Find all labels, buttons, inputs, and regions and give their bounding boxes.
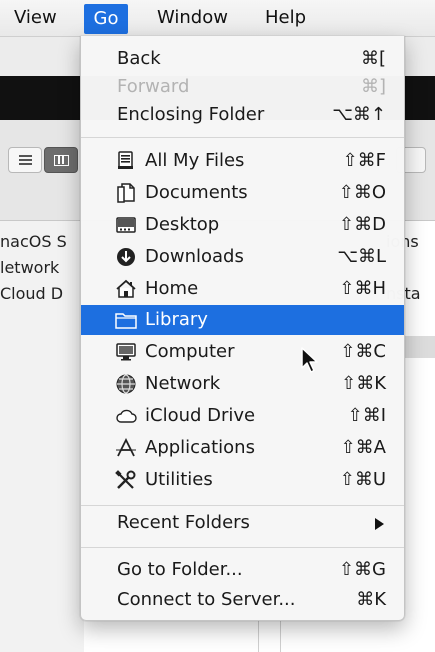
menu-item-computer[interactable]: Computer ⇧⌘C xyxy=(81,337,404,367)
menu-item-home[interactable]: Home ⇧⌘H xyxy=(81,274,404,304)
menu-bar: View Go Window Help xyxy=(0,0,435,37)
menu-item-back[interactable]: Back ⌘[ xyxy=(81,44,404,74)
menu-item-label: Connect to Server... xyxy=(117,589,296,610)
menu-item-label: Network xyxy=(145,373,221,394)
computer-icon xyxy=(116,343,136,361)
menu-item-all-my-files[interactable]: All My Files ⇧⌘F xyxy=(81,146,404,176)
network-icon xyxy=(116,374,136,394)
menu-item-connect-to-server[interactable]: Connect to Server... ⌘K xyxy=(81,585,404,615)
column-view-icon xyxy=(54,155,69,166)
sidebar-item-macos[interactable]: nacOS S xyxy=(0,232,67,251)
menu-item-shortcut: ⇧⌘C xyxy=(340,341,386,362)
menu-item-label: Documents xyxy=(145,182,248,203)
column-view-button[interactable] xyxy=(44,147,78,173)
menu-item-shortcut: ⇧⌘K xyxy=(341,373,386,394)
menu-item-label: Library xyxy=(145,309,208,330)
library-folder-icon xyxy=(115,313,137,329)
menu-separator xyxy=(81,137,404,138)
menu-item-label: Back xyxy=(117,48,161,69)
mouse-pointer-icon xyxy=(301,347,318,373)
downloads-icon xyxy=(117,248,135,266)
menu-item-shortcut: ⇧⌘G xyxy=(338,559,386,580)
sidebar-item-icloud[interactable]: Cloud D xyxy=(0,284,63,303)
sidebar-item-network[interactable]: letwork xyxy=(0,258,59,277)
content-row-band xyxy=(405,336,435,358)
menu-item-label: Downloads xyxy=(145,246,244,267)
menu-item-shortcut: ⇧⌘A xyxy=(340,437,386,458)
menu-item-label: Utilities xyxy=(145,469,213,490)
home-icon xyxy=(116,279,136,298)
menu-item-label: Desktop xyxy=(145,214,220,235)
menu-item-library[interactable]: Library xyxy=(81,305,404,335)
menu-item-shortcut: ⇧⌘I xyxy=(347,405,386,426)
menu-item-label: Recent Folders xyxy=(117,512,250,533)
menu-item-shortcut: ⌘[ xyxy=(360,48,386,69)
list-view-button[interactable] xyxy=(8,147,42,173)
menu-item-label: Applications xyxy=(145,437,255,458)
menu-item-shortcut: ⌘K xyxy=(356,589,386,610)
menu-item-shortcut: ⇧⌘D xyxy=(339,214,386,235)
menu-item-label: Computer xyxy=(145,341,235,362)
menu-item-desktop[interactable]: Desktop ⇧⌘D xyxy=(81,210,404,240)
menu-item-label: Forward xyxy=(117,76,190,97)
desktop-icon xyxy=(116,217,136,233)
menu-item-go-to-folder[interactable]: Go to Folder... ⇧⌘G xyxy=(81,555,404,585)
icloud-icon xyxy=(116,409,137,423)
submenu-arrow-icon xyxy=(375,518,384,530)
menu-item-documents[interactable]: Documents ⇧⌘O xyxy=(81,178,404,208)
go-menu: Back ⌘[ Forward ⌘] Enclosing Folder ⌥⌘↑ … xyxy=(80,36,405,621)
menu-item-shortcut: ⌘] xyxy=(360,76,386,97)
menu-item-label: iCloud Drive xyxy=(145,405,256,426)
list-view-icon xyxy=(19,155,32,165)
menu-item-shortcut: ⇧⌘U xyxy=(339,469,386,490)
menu-item-enclosing-folder[interactable]: Enclosing Folder ⌥⌘↑ xyxy=(81,100,404,130)
menu-item-network[interactable]: Network ⇧⌘K xyxy=(81,369,404,399)
menu-view[interactable]: View xyxy=(14,6,57,30)
all-my-files-icon xyxy=(118,151,133,169)
menu-help[interactable]: Help xyxy=(265,6,306,30)
menu-item-label: Enclosing Folder xyxy=(117,104,265,125)
menu-item-label: All My Files xyxy=(145,150,245,171)
menu-item-shortcut: ⇧⌘F xyxy=(342,150,386,171)
menu-item-applications[interactable]: Applications ⇧⌘A xyxy=(81,433,404,463)
menu-item-label: Go to Folder... xyxy=(117,559,243,580)
menu-item-forward[interactable]: Forward ⌘] xyxy=(81,72,404,102)
menu-item-recent-folders[interactable]: Recent Folders xyxy=(81,508,404,538)
utilities-icon xyxy=(115,470,136,489)
menu-go[interactable]: Go xyxy=(84,4,128,34)
menu-window[interactable]: Window xyxy=(157,6,228,30)
menu-item-shortcut: ⌥⌘↑ xyxy=(332,104,386,125)
menu-item-label: Home xyxy=(145,278,199,299)
menu-separator xyxy=(81,505,404,506)
menu-separator xyxy=(81,547,404,548)
menu-item-icloud-drive[interactable]: iCloud Drive ⇧⌘I xyxy=(81,401,404,431)
menu-item-utilities[interactable]: Utilities ⇧⌘U xyxy=(81,465,404,495)
menu-item-shortcut: ⇧⌘H xyxy=(339,278,386,299)
applications-icon xyxy=(116,438,136,457)
documents-icon xyxy=(117,183,135,203)
menu-item-downloads[interactable]: Downloads ⌥⌘L xyxy=(81,242,404,272)
menu-item-shortcut: ⌥⌘L xyxy=(337,246,386,267)
menu-item-shortcut: ⇧⌘O xyxy=(338,182,386,203)
